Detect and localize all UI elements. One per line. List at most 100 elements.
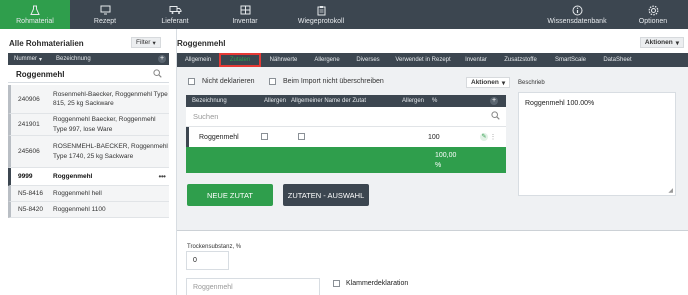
tab-datasheet[interactable]: DataSheet	[594, 53, 641, 67]
list-item[interactable]: 240906 Rosenmehl-Baecker, Roggenmehl Typ…	[8, 85, 169, 114]
klammerdeklaration-option[interactable]: Klammerdeklaration	[333, 280, 408, 287]
truck-icon	[169, 5, 182, 16]
sort-number-header[interactable]: Nummer ▾	[8, 56, 56, 63]
chevron-down-icon: ▾	[675, 39, 679, 47]
zutaten-auswahl-button[interactable]: ZUTATEN - AUSWAHL	[283, 184, 369, 206]
aktionen-button[interactable]: Aktionen ▾	[639, 37, 684, 48]
list-item[interactable]: 245606 ROSENMEHL-BAECKER, Roggenmehl Typ…	[8, 136, 169, 168]
item-number: 9999	[18, 173, 33, 180]
table-header: Bezeichnung Allergen Allgemeiner Name de…	[186, 95, 506, 107]
divider	[177, 230, 688, 231]
aktionen-label: Aktionen	[644, 39, 673, 46]
tab-verwendet-in-rezept[interactable]: Verwendet in Rezept	[388, 53, 458, 67]
chevron-down-icon: ▾	[152, 39, 156, 47]
allergen-checkbox[interactable]	[298, 132, 305, 140]
import-checkbox[interactable]	[269, 78, 276, 85]
list-item-selected[interactable]: 9999 Roggenmehl •••	[8, 168, 169, 186]
beschrieb-text: Roggenmehl 100.00%	[525, 100, 595, 107]
ingredient-name: Roggenmehl	[199, 133, 239, 141]
item-name: Roggenmehl 1100	[53, 205, 106, 213]
panel-title: Alle Rohmaterialien	[9, 39, 84, 48]
trockensubstanz-label: Trockensubstanz, %	[187, 244, 242, 250]
nav-wissensdatenbank[interactable]: Wissensdatenbank	[536, 0, 618, 29]
column-header: %	[432, 98, 438, 104]
table-row[interactable]: Roggenmehl 100 ✎ ⋮	[186, 127, 506, 147]
item-name: Rosenmehl-Baecker, Roggenmehl Type 815, …	[53, 90, 168, 108]
aktionen-label: Aktionen	[471, 79, 499, 86]
item-name: Roggenmehl Baecker, Roggenmehl Type 997,…	[53, 116, 156, 133]
nav-inventar[interactable]: Inventar	[210, 0, 280, 29]
search-icon[interactable]	[153, 69, 165, 80]
list-item[interactable]: 241901 Roggenmehl Baecker, Roggenmehl Ty…	[8, 114, 169, 136]
total-row: 100,00 %	[186, 147, 506, 173]
nav-lieferant[interactable]: Lieferant	[140, 0, 210, 29]
nav-label: Lieferant	[161, 17, 189, 25]
material-list: 240906 Rosenmehl-Baecker, Roggenmehl Typ…	[8, 85, 169, 218]
beschrieb-textarea[interactable]: Roggenmehl 100.00% ◢	[518, 92, 676, 196]
checkbox-label: Nicht deklarieren	[202, 78, 255, 85]
tab-diverses[interactable]: Diverses	[348, 53, 388, 67]
detail-panel: Roggenmehl Aktionen ▾ Allgemein Zutaten …	[177, 29, 688, 295]
filter-label: Filter	[136, 39, 151, 46]
raw-material-list-panel: Alle Rohmaterialien Filter ▾ Nummer ▾ Bez…	[0, 29, 177, 295]
search-input[interactable]: Roggenmehl	[8, 70, 153, 79]
column-header: Allgemeiner Name der Zutat	[291, 98, 367, 104]
item-number: N5-8420	[18, 206, 43, 213]
nav-wiegeprotokoll[interactable]: Wiegeprotokoll	[280, 0, 362, 29]
nicht-deklarieren-checkbox[interactable]	[188, 78, 195, 85]
beschrieb-label: Beschrieb	[518, 80, 545, 86]
trockensubstanz-input[interactable]: 0	[186, 251, 229, 270]
sort-down-icon: ▾	[39, 56, 43, 63]
list-item[interactable]: N5-8416 Roggenmehl hell	[8, 186, 169, 202]
name-input[interactable]: Roggenmehl	[186, 278, 320, 295]
item-number: N5-8416	[18, 190, 43, 197]
page-title: Roggenmehl	[177, 39, 226, 48]
checkbox-label: Klammerdeklaration	[346, 280, 409, 287]
add-icon[interactable]: +	[490, 97, 498, 105]
klammerdeklaration-checkbox[interactable]	[333, 280, 340, 287]
total-unit: %	[435, 162, 442, 169]
tab-naehrwerte[interactable]: Nährwerte	[261, 53, 306, 67]
more-options-icon[interactable]: •••	[155, 172, 169, 181]
nav-optionen[interactable]: Optionen	[618, 0, 688, 29]
tab-allergene[interactable]: Allergene	[306, 53, 348, 67]
list-header: Nummer ▾ Bezeichnung +	[8, 53, 169, 65]
tab-zusatzstoffe[interactable]: Zusatzstoffe	[494, 53, 547, 67]
bezeichnung-header[interactable]: Bezeichnung	[56, 56, 158, 62]
item-number: 240906	[18, 95, 40, 103]
list-search[interactable]: Roggenmehl	[8, 67, 169, 83]
edit-icon[interactable]: ✎	[480, 133, 488, 141]
nav-rezept[interactable]: Rezept	[70, 0, 140, 29]
tab-smartscale[interactable]: SmartScale	[547, 53, 594, 67]
nav-label: Inventar	[232, 17, 258, 25]
nicht-deklarieren-option[interactable]: Nicht deklarieren	[188, 78, 255, 85]
zutaten-aktionen-button[interactable]: Aktionen ▾	[466, 77, 511, 88]
ingredient-percent: 100	[428, 133, 440, 141]
neue-zutat-button[interactable]: NEUE ZUTAT	[187, 184, 273, 206]
column-label: Nummer	[14, 56, 38, 62]
column-header: Allergen	[402, 98, 425, 104]
tab-inventar[interactable]: Inventar	[458, 53, 494, 67]
tab-allgemein[interactable]: Allgemein	[177, 53, 219, 67]
top-navigation: Rohmaterial Rezept Lieferant Inventar Wi…	[0, 0, 688, 29]
nav-label: Optionen	[638, 17, 668, 25]
table-search-row[interactable]: Suchen	[186, 107, 506, 127]
more-icon[interactable]: ⋮	[488, 133, 498, 141]
filter-button[interactable]: Filter ▾	[131, 37, 161, 48]
list-item[interactable]: N5-8420 Roggenmehl 1100	[8, 202, 169, 218]
allergen-checkbox[interactable]	[261, 132, 268, 140]
column-header: Bezeichnung	[192, 98, 227, 104]
gear-icon	[648, 5, 659, 16]
nav-label: Wissensdatenbank	[547, 17, 607, 25]
resize-grip-icon[interactable]: ◢	[668, 187, 673, 194]
nav-rohmaterial[interactable]: Rohmaterial	[0, 0, 70, 29]
search-icon[interactable]	[491, 111, 503, 122]
add-icon[interactable]: +	[158, 55, 166, 63]
import-option[interactable]: Beim Import nicht überschreiben	[269, 78, 384, 85]
tab-zutaten[interactable]: Zutaten	[219, 53, 261, 67]
search-input[interactable]: Suchen	[186, 112, 491, 121]
total-value: 100,00	[435, 152, 457, 159]
info-icon	[572, 5, 583, 16]
clipboard-icon	[317, 5, 326, 16]
tab-bar: Allgemein Zutaten Nährwerte Allergene Di…	[177, 53, 688, 67]
